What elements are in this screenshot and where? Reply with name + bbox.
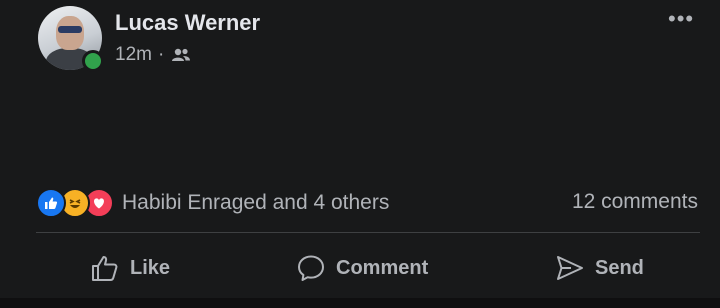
more-options-icon[interactable]: ••• <box>668 6 694 32</box>
post-card: Lucas Werner 12m · ••• Habibi Enraged an… <box>0 0 720 308</box>
post-time[interactable]: 12m <box>115 44 152 66</box>
like-button[interactable]: Like <box>90 248 170 288</box>
feed-separator <box>0 298 720 308</box>
comments-count[interactable]: 12 comments <box>572 190 698 214</box>
thumbs-up-icon <box>92 256 118 281</box>
reaction-names: Habibi Enraged and 4 others <box>122 191 390 214</box>
meta-separator: · <box>157 44 165 65</box>
like-icon <box>36 188 66 218</box>
avatar-head-shape <box>56 16 84 50</box>
comment-button[interactable]: Comment <box>296 248 428 288</box>
comment-label: Comment <box>336 256 429 279</box>
avatar-glasses-shape <box>58 26 82 33</box>
send-button[interactable]: Send <box>555 248 644 288</box>
like-label: Like <box>130 256 171 279</box>
send-label: Send <box>595 256 644 279</box>
post-meta: 12m · <box>115 44 192 66</box>
divider <box>36 232 700 233</box>
online-status-icon <box>82 50 104 72</box>
author-name[interactable]: Lucas Werner <box>115 10 260 36</box>
reactions-summary[interactable]: Habibi Enraged and 4 others <box>36 188 389 218</box>
comment-icon <box>298 255 324 281</box>
send-icon <box>557 256 583 280</box>
friends-icon[interactable] <box>170 47 192 63</box>
